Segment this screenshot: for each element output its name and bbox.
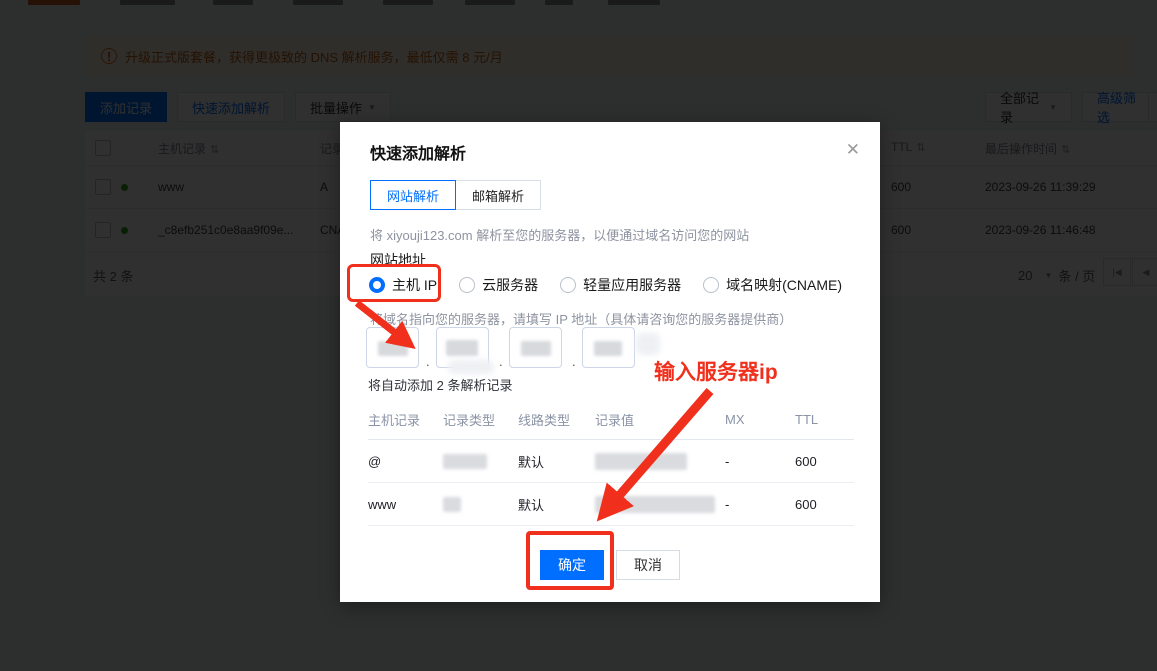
preview-records-table: 主机记录 记录类型 线路类型 记录值 MX TTL @ 默认 - 600 www… bbox=[368, 404, 854, 526]
pcell-type bbox=[443, 482, 518, 526]
radio-cvm-label: 云服务器 bbox=[482, 277, 539, 293]
pcell-host: @ bbox=[368, 439, 443, 483]
pcell-mx: - bbox=[725, 482, 795, 526]
pcell-line: 默认 bbox=[518, 439, 595, 483]
radio-lighthouse[interactable]: 轻量应用服务器 bbox=[560, 275, 681, 295]
tab-website-resolution[interactable]: 网站解析 bbox=[370, 180, 457, 210]
redacted-value bbox=[595, 495, 715, 513]
pcell-ttl: 600 bbox=[795, 439, 854, 483]
dialog-tabs: 网站解析 邮箱解析 bbox=[370, 180, 542, 210]
quick-add-dialog: 快速添加解析 ✕ 网站解析 邮箱解析 将 xiyouji123.com 解析至您… bbox=[340, 122, 880, 602]
redacted-value bbox=[443, 497, 461, 513]
preview-row: www 默认 - 600 bbox=[368, 482, 854, 526]
redacted-value bbox=[443, 454, 487, 470]
redacted-value bbox=[595, 452, 687, 470]
redacted-value bbox=[446, 340, 478, 356]
radio-icon bbox=[560, 277, 577, 293]
tab-mail-resolution[interactable]: 邮箱解析 bbox=[455, 180, 542, 210]
pcell-value bbox=[595, 439, 725, 483]
radio-cname-label: 域名映射(CNAME) bbox=[726, 277, 843, 293]
annotation-box-host-ip bbox=[347, 264, 441, 302]
radio-icon bbox=[459, 277, 476, 293]
pcell-line: 默认 bbox=[518, 482, 595, 526]
redaction-smudge bbox=[636, 333, 660, 355]
cancel-button[interactable]: 取消 bbox=[616, 550, 680, 580]
pcol-host: 主机记录 bbox=[368, 404, 443, 440]
pcol-ttl: TTL bbox=[795, 404, 854, 440]
dialog-description: 将 xiyouji123.com 解析至您的服务器，以便通过域名访问您的网站 bbox=[370, 228, 750, 243]
redacted-value bbox=[594, 341, 622, 356]
ip-dot: . bbox=[499, 354, 503, 369]
pcol-line: 线路类型 bbox=[518, 404, 595, 440]
preview-header-row: 主机记录 记录类型 线路类型 记录值 MX TTL bbox=[368, 404, 854, 440]
redacted-value bbox=[378, 341, 408, 356]
redaction-smudge bbox=[448, 360, 494, 374]
redacted-value bbox=[521, 341, 551, 356]
ip-dot: . bbox=[572, 354, 576, 369]
radio-lighthouse-label: 轻量应用服务器 bbox=[583, 277, 682, 293]
radio-cname[interactable]: 域名映射(CNAME) bbox=[703, 275, 842, 295]
annotation-enter-server-ip: 输入服务器ip bbox=[654, 361, 778, 384]
pcol-mx: MX bbox=[725, 404, 795, 440]
ip-octet-input-1[interactable] bbox=[366, 327, 419, 368]
pcol-value: 记录值 bbox=[595, 404, 725, 440]
ip-octet-input-4[interactable] bbox=[582, 327, 635, 368]
pcell-mx: - bbox=[725, 439, 795, 483]
ip-octet-input-3[interactable] bbox=[509, 327, 562, 368]
preview-row: @ 默认 - 600 bbox=[368, 439, 854, 483]
radio-cvm[interactable]: 云服务器 bbox=[459, 275, 538, 295]
pcell-type bbox=[443, 439, 518, 483]
pcell-host: www bbox=[368, 482, 443, 526]
ip-dot: . bbox=[426, 354, 430, 369]
annotation-box-confirm bbox=[526, 531, 614, 590]
auto-add-note: 将自动添加 2 条解析记录 bbox=[368, 378, 513, 393]
pcol-type: 记录类型 bbox=[443, 404, 518, 440]
radio-icon bbox=[703, 277, 720, 293]
close-icon[interactable]: ✕ bbox=[846, 140, 860, 160]
pcell-ttl: 600 bbox=[795, 482, 854, 526]
pcell-value bbox=[595, 482, 725, 526]
dialog-title: 快速添加解析 bbox=[370, 146, 467, 163]
screen: ! 升级正式版套餐，获得更极致的 DNS 解析服务，最低仅需 8 元/月 添加记… bbox=[0, 0, 1157, 671]
ip-hint-text: 将域名指向您的服务器，请填写 IP 地址（具体请咨询您的服务器提供商） bbox=[370, 312, 793, 327]
